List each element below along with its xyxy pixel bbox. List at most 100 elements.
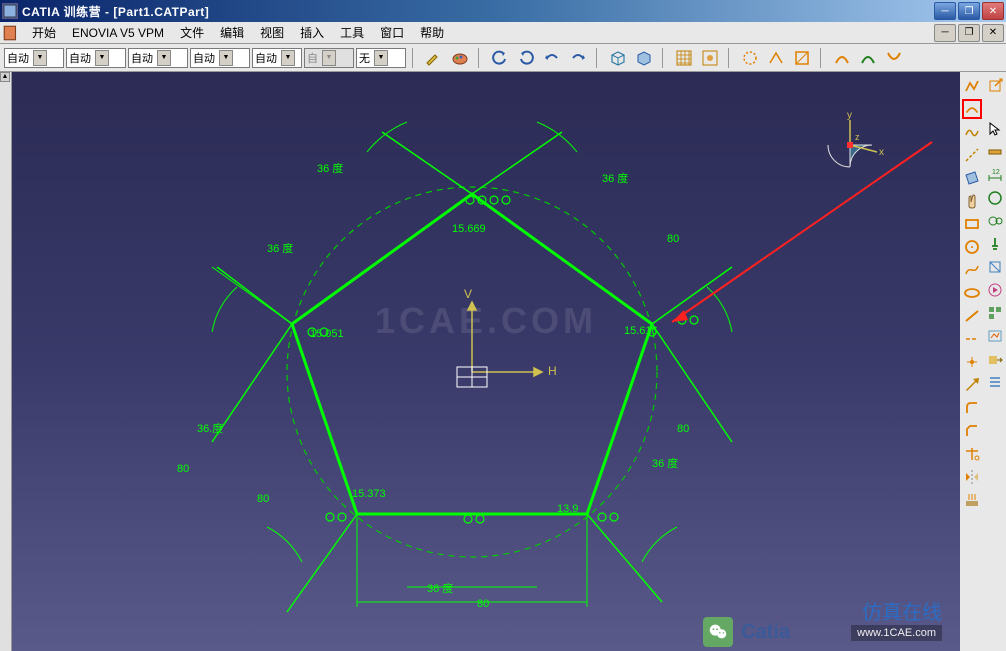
- combo-5[interactable]: 自动▼: [252, 48, 302, 68]
- right-toolbars: 12: [960, 72, 1006, 651]
- spline-icon[interactable]: [962, 122, 982, 142]
- left-scrollbar[interactable]: ▲: [0, 72, 12, 651]
- select-arrow-icon[interactable]: [985, 119, 1005, 139]
- arc2-icon[interactable]: [856, 47, 880, 69]
- construction-icon[interactable]: [738, 47, 762, 69]
- point-icon[interactable]: [962, 352, 982, 372]
- doc-restore-button[interactable]: ❐: [958, 24, 980, 42]
- menu-insert[interactable]: 插入: [292, 22, 332, 43]
- arc-three-points-icon[interactable]: [962, 99, 982, 119]
- contact-constraint-icon[interactable]: [985, 211, 1005, 231]
- fix-icon[interactable]: [985, 234, 1005, 254]
- svg-text:12: 12: [992, 169, 1000, 176]
- undo-icon[interactable]: [488, 47, 512, 69]
- snap-icon[interactable]: [698, 47, 722, 69]
- maximize-button[interactable]: ❐: [958, 2, 980, 20]
- menu-doc-icon: [2, 25, 20, 41]
- paint-icon[interactable]: [422, 47, 446, 69]
- menu-window[interactable]: 窗口: [372, 22, 412, 43]
- output-icon[interactable]: [985, 349, 1005, 369]
- mirror-icon[interactable]: [962, 467, 982, 487]
- svg-text:80: 80: [257, 493, 269, 505]
- svg-text:36 度: 36 度: [267, 241, 293, 255]
- menu-view[interactable]: 视图: [252, 22, 292, 43]
- close-button[interactable]: ✕: [982, 2, 1004, 20]
- svg-text:36.度: 36.度: [197, 421, 223, 435]
- compass[interactable]: y x z: [815, 112, 885, 182]
- sketch-analysis-icon[interactable]: [985, 326, 1005, 346]
- svg-text:36 度: 36 度: [652, 456, 678, 470]
- svg-text:36 度: 36 度: [317, 161, 343, 175]
- svg-text:15.616: 15.616: [624, 325, 658, 337]
- menu-file[interactable]: 文件: [172, 22, 212, 43]
- menu-help[interactable]: 帮助: [412, 22, 452, 43]
- line-icon[interactable]: [962, 306, 982, 326]
- svg-text:15.051: 15.051: [310, 328, 344, 340]
- standard-icon[interactable]: [764, 47, 788, 69]
- palette-icon[interactable]: [448, 47, 472, 69]
- redo-arrow-icon[interactable]: [566, 47, 590, 69]
- geo-constraint-icon[interactable]: [790, 47, 814, 69]
- redo-icon[interactable]: [514, 47, 538, 69]
- combo-6: 自▼: [304, 48, 354, 68]
- auto-constraint-icon[interactable]: [985, 257, 1005, 277]
- list-icon[interactable]: [985, 372, 1005, 392]
- svg-text:x: x: [879, 147, 884, 158]
- cube-icon[interactable]: [606, 47, 630, 69]
- axis-v-label: V: [464, 287, 472, 301]
- titlebar-text: CATIA 训练营 - [Part1.CATPart]: [22, 3, 932, 20]
- minimize-button[interactable]: ─: [934, 2, 956, 20]
- svg-text:80: 80: [667, 233, 679, 245]
- svg-text:15.669: 15.669: [452, 223, 486, 235]
- sketch-canvas[interactable]: 1CAE.COM H V: [12, 72, 960, 651]
- svg-text:80: 80: [477, 598, 489, 610]
- ellipse2-icon[interactable]: [985, 188, 1005, 208]
- doc-minimize-button[interactable]: ─: [934, 24, 956, 42]
- combo-4[interactable]: 自动▼: [190, 48, 250, 68]
- scroll-up-icon[interactable]: ▲: [0, 72, 10, 82]
- spline2-icon[interactable]: [962, 260, 982, 280]
- workspace: ▲ 1CAE.COM H V: [0, 72, 960, 651]
- cube2-icon[interactable]: [632, 47, 656, 69]
- arc3-icon[interactable]: [882, 47, 906, 69]
- axis-h-label: H: [548, 364, 557, 378]
- combo-2[interactable]: 自动▼: [66, 48, 126, 68]
- rectangle-icon[interactable]: [962, 214, 982, 234]
- plane-icon[interactable]: [962, 168, 982, 188]
- wechat-icon: [703, 617, 733, 647]
- trim-icon[interactable]: [962, 444, 982, 464]
- svg-text:13.9: 13.9: [557, 503, 578, 515]
- menu-tools[interactable]: 工具: [332, 22, 372, 43]
- overlay-cae: 仿真在线 www.1CAE.com: [851, 596, 942, 641]
- undo-arrow-icon[interactable]: [540, 47, 564, 69]
- circle-center-icon[interactable]: [962, 237, 982, 257]
- combo-3[interactable]: 自动▼: [128, 48, 188, 68]
- animate-icon[interactable]: [985, 280, 1005, 300]
- svg-text:z: z: [855, 132, 860, 142]
- dimension-constraint-icon[interactable]: 12: [985, 165, 1005, 185]
- project-icon[interactable]: [962, 490, 982, 510]
- arc1-icon[interactable]: [830, 47, 854, 69]
- combo-1[interactable]: 自动▼: [4, 48, 64, 68]
- hand-icon[interactable]: [962, 191, 982, 211]
- chamfer-icon[interactable]: [962, 421, 982, 441]
- exit-sketch-icon[interactable]: [985, 76, 1005, 96]
- ellipse-icon[interactable]: [962, 283, 982, 303]
- menu-enovia[interactable]: ENOVIA V5 VPM: [64, 24, 172, 42]
- arrow-icon[interactable]: [962, 375, 982, 395]
- profile-icon[interactable]: [962, 76, 982, 96]
- axis-icon[interactable]: [962, 145, 982, 165]
- axis2-icon[interactable]: [962, 329, 982, 349]
- menu-edit[interactable]: 编辑: [212, 22, 252, 43]
- svg-text:80: 80: [677, 423, 689, 435]
- menu-start[interactable]: 开始: [24, 22, 64, 43]
- corner-icon[interactable]: [962, 398, 982, 418]
- app-icon: [2, 3, 18, 19]
- edit-multi-icon[interactable]: [985, 303, 1005, 323]
- cae-overlay-text: 仿真在线: [862, 596, 942, 625]
- menubar: 开始 ENOVIA V5 VPM 文件 编辑 视图 插入 工具 窗口 帮助 ─ …: [0, 22, 1006, 44]
- combo-7[interactable]: 无▼: [356, 48, 406, 68]
- doc-close-button[interactable]: ✕: [982, 24, 1004, 42]
- constraint-icon[interactable]: [985, 142, 1005, 162]
- grid-icon[interactable]: [672, 47, 696, 69]
